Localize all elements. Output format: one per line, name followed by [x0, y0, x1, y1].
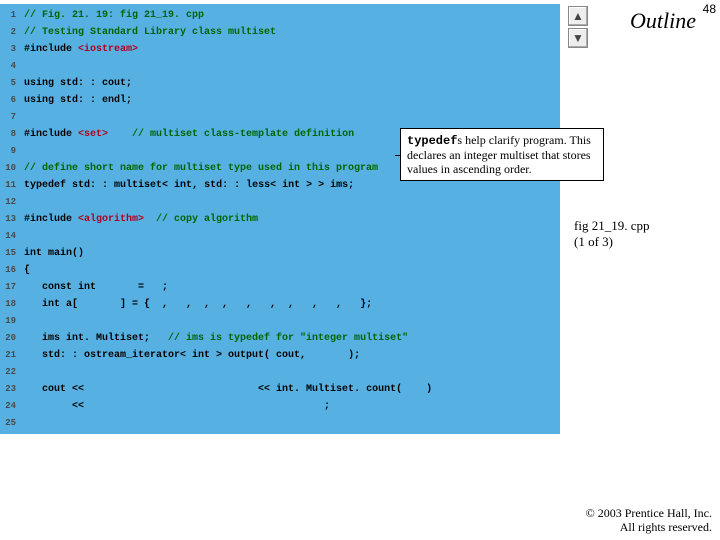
line-number: 17: [0, 279, 20, 296]
code-line: [24, 415, 556, 432]
line-number: 24: [0, 398, 20, 415]
line-number: 10: [0, 160, 20, 177]
code-lines: // Fig. 21. 19: fig 21_19. cpp // Testin…: [24, 7, 556, 432]
down-arrow-button[interactable]: ▼: [568, 28, 588, 48]
code-line: #include <iostream>: [24, 41, 556, 58]
callout-keyword: typedef: [407, 134, 457, 148]
line-number: 2: [0, 24, 20, 41]
line-number: 14: [0, 228, 20, 245]
line-number: 25: [0, 415, 20, 432]
figure-label: fig 21_19. cpp (1 of 3): [574, 218, 649, 250]
line-number: 8: [0, 126, 20, 143]
line-number: 7: [0, 109, 20, 126]
code-line: int a[ ] = { , , , , , , , , , };: [24, 296, 556, 313]
line-number: 6: [0, 92, 20, 109]
code-line: [24, 313, 556, 330]
page-number: 48: [703, 2, 716, 16]
line-number: 13: [0, 211, 20, 228]
code-line: // Fig. 21. 19: fig 21_19. cpp: [24, 7, 556, 24]
code-line: #include <algorithm> // copy algorithm: [24, 211, 556, 228]
outline-title: Outline: [630, 8, 696, 34]
line-number: 3: [0, 41, 20, 58]
chevron-down-icon: ▼: [572, 31, 584, 45]
line-number: 12: [0, 194, 20, 211]
code-line: [24, 194, 556, 211]
code-line: [24, 364, 556, 381]
code-line: {: [24, 262, 556, 279]
chevron-up-icon: ▲: [572, 9, 584, 23]
code-line: std: : ostream_iterator< int > output( c…: [24, 347, 556, 364]
code-line: int main(): [24, 245, 556, 262]
line-number: 23: [0, 381, 20, 398]
line-gutter: 1 2 3 4 5 6 7 8 9 10 11 12 13 14 15 16 1…: [0, 4, 20, 434]
line-number: 19: [0, 313, 20, 330]
line-number: 9: [0, 143, 20, 160]
code-line: << ;: [24, 398, 556, 415]
code-line: [24, 58, 556, 75]
code-line: using std: : endl;: [24, 92, 556, 109]
copyright-notice: © 2003 Prentice Hall, Inc. All rights re…: [586, 506, 712, 534]
code-line: ims int. Multiset; // ims is typedef for…: [24, 330, 556, 347]
line-number: 21: [0, 347, 20, 364]
code-line: using std: : cout;: [24, 75, 556, 92]
figure-label-part: (1 of 3): [574, 234, 649, 250]
line-number: 15: [0, 245, 20, 262]
code-line: [24, 109, 556, 126]
line-number: 18: [0, 296, 20, 313]
code-line: // Testing Standard Library class multis…: [24, 24, 556, 41]
slide-nav: ▲ ▼: [568, 6, 588, 50]
line-number: 1: [0, 7, 20, 24]
figure-label-file: fig 21_19. cpp: [574, 218, 649, 234]
code-line: const int = ;: [24, 279, 556, 296]
code-line: [24, 228, 556, 245]
line-number: 20: [0, 330, 20, 347]
code-panel: 1 2 3 4 5 6 7 8 9 10 11 12 13 14 15 16 1…: [0, 4, 560, 434]
line-number: 11: [0, 177, 20, 194]
line-number: 22: [0, 364, 20, 381]
line-number: 5: [0, 75, 20, 92]
line-number: 16: [0, 262, 20, 279]
up-arrow-button[interactable]: ▲: [568, 6, 588, 26]
callout-box: typedefs help clarify program. This decl…: [400, 128, 604, 181]
code-line: cout << << int. Multiset. count( ): [24, 381, 556, 398]
line-number: 4: [0, 58, 20, 75]
